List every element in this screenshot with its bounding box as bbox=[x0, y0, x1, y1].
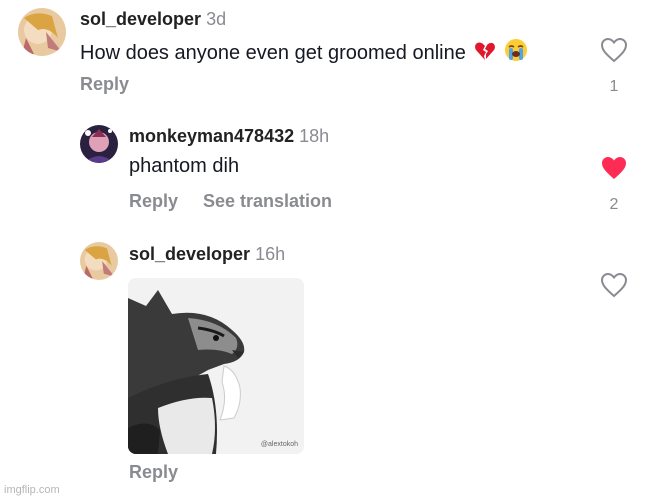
like-count: 2 bbox=[609, 196, 619, 213]
avatar-sol-developer[interactable] bbox=[80, 242, 118, 280]
avatar-monkeyman[interactable] bbox=[80, 125, 118, 163]
reply-button[interactable]: Reply bbox=[80, 74, 129, 95]
heart-outline-icon[interactable] bbox=[600, 37, 628, 63]
broken-heart-emoji bbox=[474, 40, 496, 68]
reply-time: 18h bbox=[299, 126, 330, 146]
reply-text: phantom dih bbox=[129, 155, 240, 177]
reply-username[interactable]: sol_developer 16h bbox=[129, 244, 285, 265]
comment-text: How does anyone even get groomed online bbox=[80, 38, 528, 68]
reply-time: 16h bbox=[255, 244, 286, 264]
comment-text-body: How does anyone even get groomed online bbox=[80, 42, 466, 64]
heart-outline-icon[interactable] bbox=[600, 272, 628, 298]
loudly-crying-face-emoji bbox=[504, 38, 528, 68]
reply-button[interactable]: Reply bbox=[129, 191, 178, 212]
comment-username[interactable]: sol_developer 3d bbox=[80, 9, 226, 30]
avatar-sol-developer[interactable] bbox=[18, 8, 66, 56]
like-count: 1 bbox=[609, 78, 619, 95]
gif-watermark: @alextokoh bbox=[260, 441, 298, 448]
reply-button[interactable]: Reply bbox=[129, 462, 178, 483]
cat-gif-image[interactable]: @alextokoh bbox=[128, 278, 304, 454]
site-watermark: imgflip.com bbox=[4, 484, 60, 496]
comment-time: 3d bbox=[206, 9, 227, 29]
see-translation-button[interactable]: See translation bbox=[203, 191, 332, 212]
heart-filled-icon[interactable] bbox=[600, 155, 628, 181]
reply-username[interactable]: monkeyman478432 18h bbox=[129, 126, 329, 147]
